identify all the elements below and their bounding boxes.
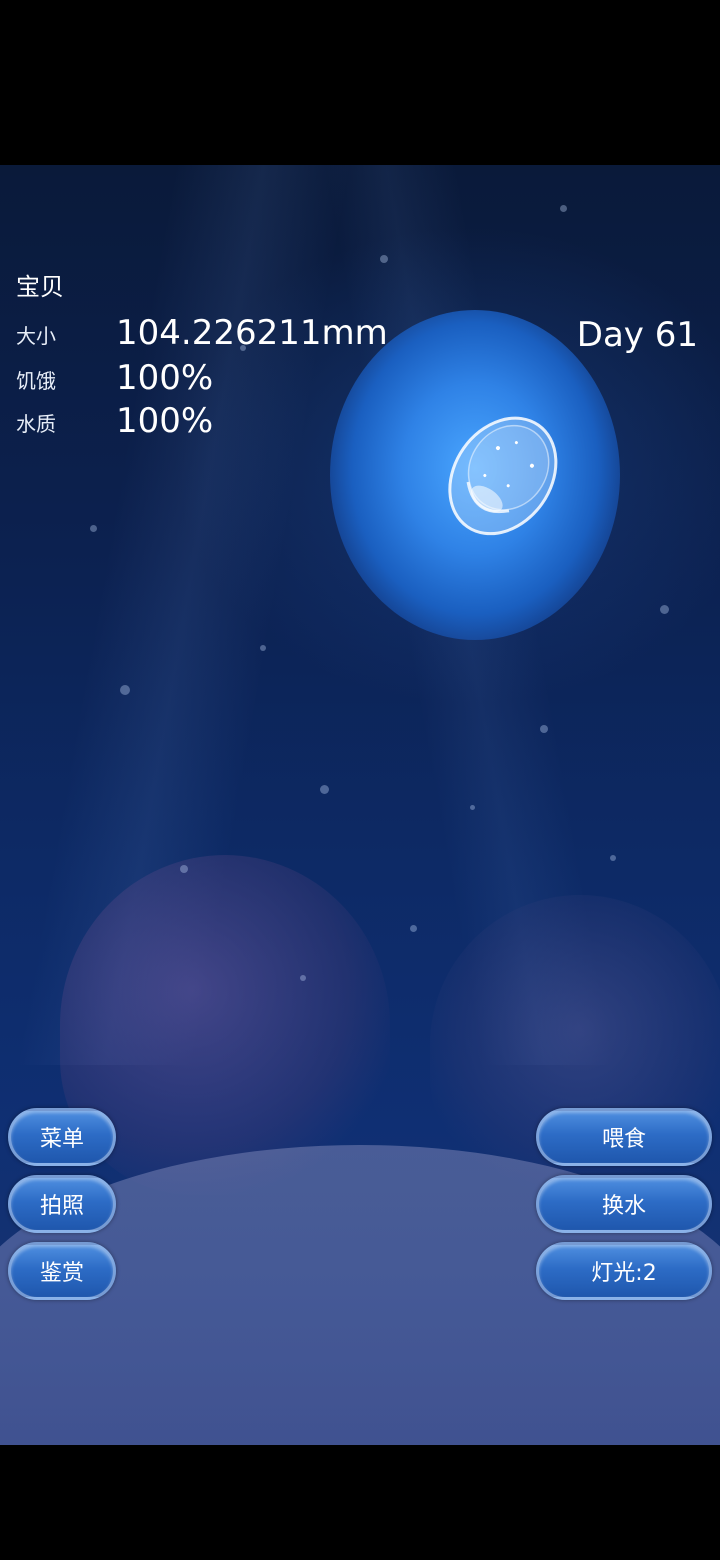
jellyfish[interactable] <box>430 405 570 555</box>
bubble <box>660 605 669 614</box>
pet-title: 宝贝 <box>16 273 64 301</box>
bubble <box>410 925 417 932</box>
water-quality-label: 水质 <box>16 412 56 436</box>
bottom-letterbox <box>0 1445 720 1560</box>
bubble <box>180 865 188 873</box>
menu-button[interactable]: 菜单 <box>8 1108 116 1166</box>
bubble <box>610 855 616 861</box>
appreciate-button[interactable]: 鉴赏 <box>8 1242 116 1300</box>
size-value: 104.226211mm <box>116 313 388 353</box>
day-counter: Day 61 <box>576 315 698 355</box>
bubble <box>320 785 329 794</box>
bubble <box>380 255 388 263</box>
bubble <box>560 205 567 212</box>
bubble <box>470 805 475 810</box>
bubble <box>120 685 130 695</box>
size-label: 大小 <box>16 324 56 348</box>
feed-button[interactable]: 喂食 <box>536 1108 712 1166</box>
hunger-label: 饥饿 <box>16 369 56 393</box>
change-water-button[interactable]: 换水 <box>536 1175 712 1233</box>
photo-button[interactable]: 拍照 <box>8 1175 116 1233</box>
bubble <box>540 725 548 733</box>
bubble <box>90 525 97 532</box>
top-letterbox <box>0 0 720 165</box>
bubble <box>260 645 266 651</box>
water-quality-value: 100% <box>116 401 214 441</box>
bubble <box>300 975 306 981</box>
hunger-value: 100% <box>116 358 214 398</box>
light-button[interactable]: 灯光:2 <box>536 1242 712 1300</box>
